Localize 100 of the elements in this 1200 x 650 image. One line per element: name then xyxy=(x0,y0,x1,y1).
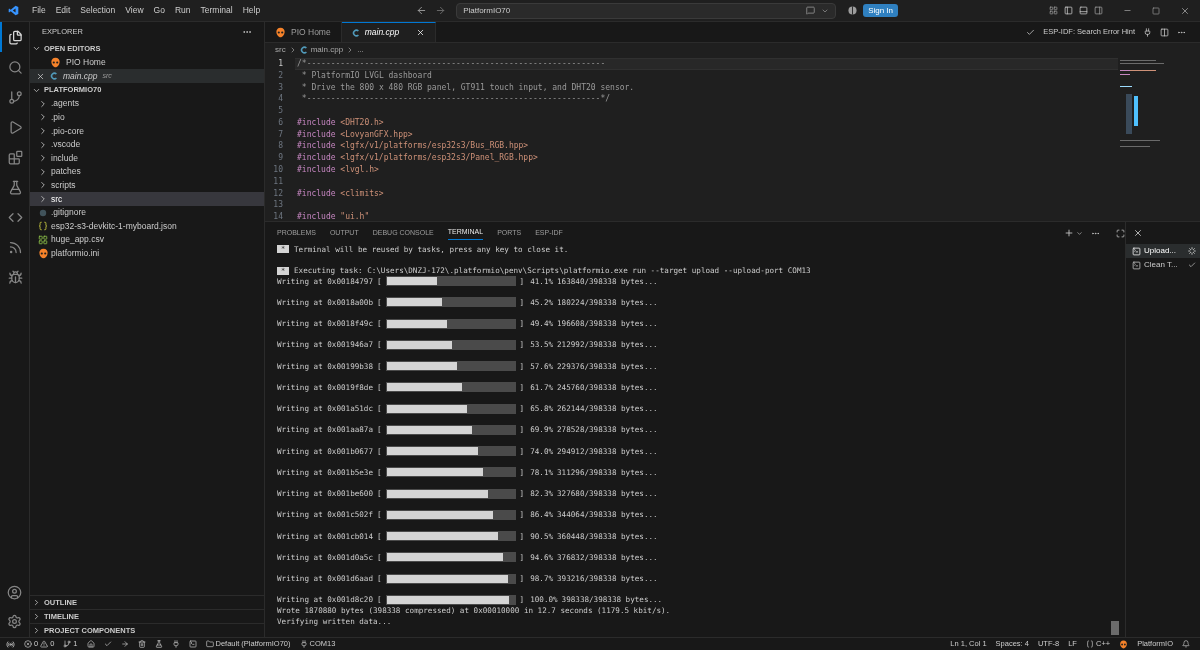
files-icon xyxy=(8,29,23,45)
panel-right-icon[interactable] xyxy=(1094,6,1103,15)
maximize-icon[interactable] xyxy=(1116,228,1125,238)
terminal-list-item[interactable]: Upload... xyxy=(1126,244,1200,258)
sign-in-button[interactable]: Sign In xyxy=(863,4,899,17)
code-line: #include <DHT20.h> xyxy=(296,117,385,129)
app-logo-icon xyxy=(8,5,19,16)
file-tree-item[interactable]: .pio-core xyxy=(30,124,264,138)
line-number: 1 xyxy=(277,57,284,70)
account-icon[interactable] xyxy=(7,585,22,600)
file-tree-item[interactable]: huge_app.csv xyxy=(30,232,264,247)
terminal-icon[interactable] xyxy=(188,640,197,648)
terminal-icon xyxy=(1132,260,1141,270)
dot-icon xyxy=(39,208,47,217)
line-number: 2 xyxy=(277,69,284,82)
chevron-icon xyxy=(38,112,48,123)
blocks-icon xyxy=(8,149,23,165)
menu-item[interactable]: Help xyxy=(237,4,266,17)
line-number: 14 xyxy=(272,211,284,224)
file-tree-item[interactable]: src xyxy=(30,192,264,206)
line-number: 9 xyxy=(277,152,284,165)
menu-item[interactable]: Go xyxy=(148,4,170,17)
close-icon[interactable] xyxy=(1133,228,1143,238)
menu-item[interactable]: Selection xyxy=(75,4,121,17)
editor-tab[interactable]: main.cpp xyxy=(341,22,437,42)
line-number: 13 xyxy=(272,199,284,212)
menu-item[interactable]: Run xyxy=(169,4,196,17)
close-icon[interactable] xyxy=(1180,5,1190,16)
table-file-icon xyxy=(38,234,48,245)
terminal-list-item[interactable]: Clean T... xyxy=(1126,258,1200,272)
file-tree-item[interactable]: .gitignore xyxy=(30,205,264,220)
settings-icon[interactable] xyxy=(7,614,22,629)
open-editor-item[interactable]: PIO Home xyxy=(30,55,264,69)
scrollbar-thumb[interactable] xyxy=(1111,621,1119,635)
cpp-file-icon xyxy=(351,28,360,37)
flask-icon xyxy=(8,179,23,195)
file-tree-item[interactable]: include xyxy=(30,151,264,165)
chevron-icon[interactable] xyxy=(1076,229,1083,237)
code-line: * Drive the 800 x 480 RGB panel, GT911 touch input, and DHT20 sensor. xyxy=(300,81,636,94)
command-center-field[interactable]: PlatformIO70 xyxy=(456,2,837,19)
chevron-icon xyxy=(38,193,48,204)
code-line: #include "ui.h" xyxy=(296,211,371,224)
code-line: *-------------------------------------------------------------*/ xyxy=(300,93,612,106)
breadcrumb-item[interactable]: ... xyxy=(357,43,364,56)
line-number: 8 xyxy=(277,140,284,153)
braces-icon xyxy=(1085,640,1094,648)
file-tree-item[interactable]: scripts xyxy=(30,178,264,193)
file-tree-item[interactable]: esp32-s3-devkitc-1-myboard.json xyxy=(30,219,264,233)
breadcrumb-item[interactable]: src xyxy=(275,43,286,56)
branch-icon xyxy=(8,89,23,105)
bell-icon[interactable] xyxy=(1182,640,1190,648)
menu-item[interactable]: Terminal xyxy=(195,4,238,17)
restore-icon[interactable] xyxy=(1152,6,1160,15)
alien-file-icon xyxy=(275,26,286,38)
upload-icon[interactable] xyxy=(120,640,129,648)
cpp-file-icon xyxy=(299,45,308,54)
menu-item[interactable]: Edit xyxy=(50,4,76,17)
line-number: 10 xyxy=(272,164,284,177)
chevron-icon xyxy=(38,126,48,136)
plug-icon[interactable] xyxy=(1143,27,1152,37)
check-icon[interactable] xyxy=(1026,27,1036,37)
close-icon[interactable] xyxy=(416,28,426,37)
editor-tab[interactable]: PIO Home xyxy=(265,22,342,42)
trash-icon[interactable] xyxy=(137,640,146,648)
file-name: main.cpp xyxy=(63,69,98,83)
back-icon[interactable] xyxy=(416,5,428,16)
spinner-icon xyxy=(1188,247,1196,255)
plug-icon xyxy=(299,640,308,648)
line-number: 5 xyxy=(277,105,284,118)
chat-icon[interactable] xyxy=(806,6,816,15)
alien-file-icon xyxy=(37,247,49,259)
panel-left-icon[interactable] xyxy=(1064,6,1073,15)
cpp-file-icon xyxy=(50,72,58,80)
chevron-icon xyxy=(38,139,48,150)
account-icon[interactable] xyxy=(848,6,858,15)
flask-icon[interactable] xyxy=(154,640,163,648)
forward-icon[interactable] xyxy=(435,5,447,16)
home-icon[interactable] xyxy=(86,640,95,648)
layout-icon[interactable] xyxy=(1049,6,1058,15)
build-icon[interactable] xyxy=(103,640,112,648)
breadcrumb-item[interactable]: main.cpp xyxy=(310,43,344,56)
terminal-icon xyxy=(1132,246,1141,256)
add-terminal-icon[interactable] xyxy=(1064,228,1074,238)
chevron-icon xyxy=(38,166,48,177)
file-tree-item[interactable]: .agents xyxy=(30,97,264,111)
menu-item[interactable]: View xyxy=(120,4,149,17)
bug-icon xyxy=(8,269,23,285)
split-editor-icon[interactable] xyxy=(1160,27,1169,37)
close-icon[interactable] xyxy=(36,71,45,81)
panel-bottom-icon[interactable] xyxy=(1079,6,1088,15)
file-tree-item[interactable]: patches xyxy=(30,164,264,179)
file-tree-item[interactable]: .pio xyxy=(30,110,264,125)
line-number: 4 xyxy=(277,93,284,106)
file-tree-item[interactable]: .vscode xyxy=(30,137,264,152)
file-tree-item[interactable]: platformio.ini xyxy=(30,246,264,261)
plug-icon[interactable] xyxy=(171,640,180,648)
remote-icon[interactable] xyxy=(6,639,15,649)
error-icon xyxy=(24,640,32,648)
menu-item[interactable]: File xyxy=(27,4,51,17)
line-number: 12 xyxy=(272,187,284,200)
